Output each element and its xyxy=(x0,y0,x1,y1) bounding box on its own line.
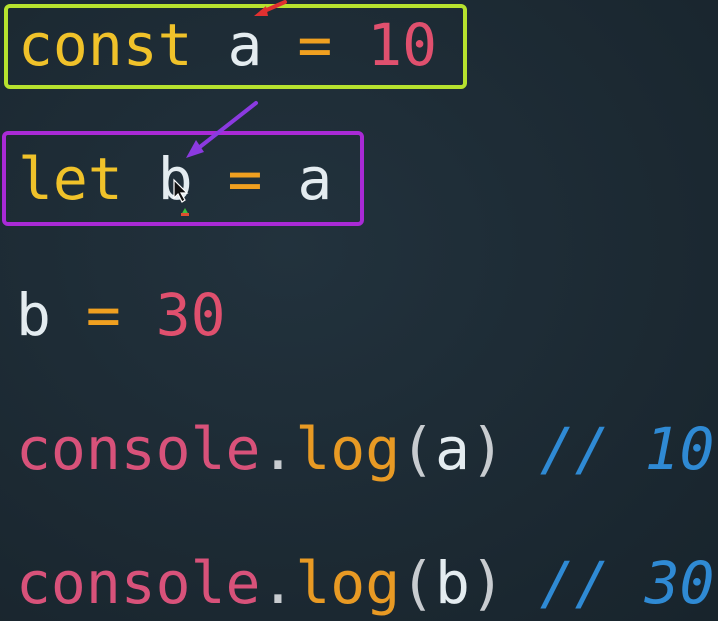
close-paren: ) xyxy=(469,415,505,483)
comment-output: // 30 xyxy=(539,549,715,617)
code-editor: const a = 10 let b = a b = 30 console.lo… xyxy=(0,0,718,621)
argument-b: b xyxy=(435,549,470,617)
log-method: log xyxy=(295,549,401,617)
log-method: log xyxy=(295,415,401,483)
dot-operator: . xyxy=(260,415,296,483)
dot-operator: . xyxy=(260,549,296,617)
highlight-box-const-line xyxy=(4,4,467,89)
close-paren: ) xyxy=(469,549,505,617)
open-paren: ( xyxy=(400,415,436,483)
highlight-box-let-line xyxy=(2,131,364,226)
number-literal: 30 xyxy=(155,281,226,349)
console-object: console xyxy=(16,549,261,617)
argument-a: a xyxy=(435,415,470,483)
code-line-3: b = 30 xyxy=(16,280,226,350)
code-line-4: console.log(a) // 10 xyxy=(16,414,714,484)
identifier-b: b xyxy=(16,281,51,349)
code-line-5: console.log(b) // 30 xyxy=(16,548,714,618)
comment-output: // 10 xyxy=(539,415,715,483)
open-paren: ( xyxy=(400,549,436,617)
assign-operator: = xyxy=(85,281,121,349)
console-object: console xyxy=(16,415,261,483)
